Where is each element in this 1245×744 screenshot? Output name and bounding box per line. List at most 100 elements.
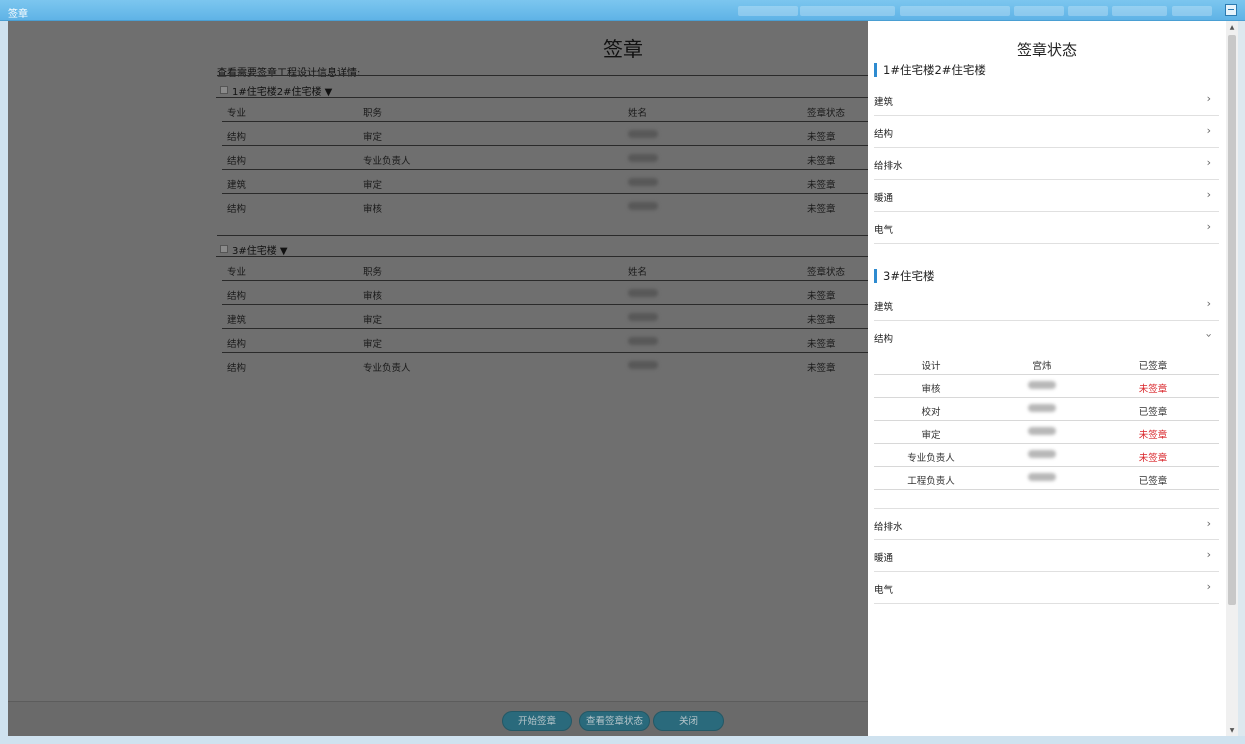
blurred-toolbar-item bbox=[1068, 6, 1108, 16]
cell-status: 未签章 bbox=[1138, 430, 1168, 441]
cell-role: 校对 bbox=[921, 407, 941, 418]
cell-name-redacted bbox=[628, 360, 658, 372]
col-header: 宫炜 bbox=[1032, 361, 1052, 372]
blurred-toolbar-item bbox=[800, 6, 895, 16]
table-row: 结构 专业负责人 未签章 bbox=[222, 146, 868, 170]
cell-role: 审定 bbox=[921, 430, 941, 441]
scroll-down-icon[interactable]: ▼ bbox=[1228, 727, 1236, 734]
col-header-status: 签章状态 bbox=[807, 108, 846, 119]
col-header-role: 职务 bbox=[363, 108, 383, 119]
accordion-label: 给排水 bbox=[874, 522, 903, 533]
window-frame-left bbox=[0, 21, 8, 744]
page-title: 签章 bbox=[603, 37, 643, 61]
scroll-up-icon[interactable]: ▲ bbox=[1228, 24, 1236, 31]
table-header-row: 专业 职务 姓名 签章状态 bbox=[222, 98, 868, 122]
cell-status: 未签章 bbox=[807, 132, 836, 143]
group-checkbox[interactable] bbox=[220, 245, 228, 253]
cell-role: 专业负责人 bbox=[363, 156, 411, 167]
accordion-item[interactable]: 建筑 › bbox=[874, 84, 1219, 116]
chevron-right-icon: › bbox=[1206, 580, 1211, 593]
view-status-button[interactable]: 查看签章状态 bbox=[579, 711, 650, 731]
main-page: 签章 查看需要签章工程设计信息详情: 1#住宅楼2#住宅楼 ▼ 专业 职务 姓名… bbox=[8, 21, 868, 736]
group-checkbox[interactable] bbox=[220, 86, 228, 94]
cell-name-redacted bbox=[1028, 427, 1056, 438]
cell-major: 结构 bbox=[227, 156, 247, 167]
accordion-label: 暖通 bbox=[874, 553, 894, 564]
accordion-item[interactable]: 暖通 › bbox=[874, 540, 1219, 572]
col-header-major: 专业 bbox=[227, 267, 247, 278]
chevron-right-icon: › bbox=[1206, 124, 1211, 137]
col-header-role: 职务 bbox=[363, 267, 383, 278]
accordion-item[interactable]: 暖通 › bbox=[874, 180, 1219, 212]
window-frame-bottom bbox=[0, 736, 1245, 744]
scroll-thumb[interactable] bbox=[1228, 35, 1236, 605]
cell-role: 审定 bbox=[363, 315, 383, 326]
cell-role: 审定 bbox=[363, 132, 383, 143]
table-row: 结构 审定 未签章 bbox=[222, 329, 868, 353]
signing-status-panel: 签章状态 1#住宅楼2#住宅楼 建筑 › 结构 › 给排水 › 暖通 › 电气 … bbox=[868, 21, 1226, 736]
building-group-1: 1#住宅楼2#住宅楼 ▼ 专业 职务 姓名 签章状态 结构 审定 未签章 结构 … bbox=[216, 83, 868, 218]
start-signing-button[interactable]: 开始签章 bbox=[502, 711, 572, 731]
cell-name-redacted bbox=[1028, 473, 1056, 484]
window-minimize-button[interactable] bbox=[1225, 4, 1237, 16]
table-row: 结构 审核 未签章 bbox=[222, 194, 868, 218]
group-toggle[interactable]: 3#住宅楼 ▼ bbox=[232, 242, 288, 257]
section-caption: 查看需要签章工程设计信息详情: bbox=[217, 68, 361, 79]
close-button[interactable]: 关闭 bbox=[653, 711, 724, 731]
cell-status: 已签章 bbox=[1138, 476, 1168, 487]
cell-status: 未签章 bbox=[807, 180, 836, 191]
cell-status: 未签章 bbox=[807, 363, 836, 374]
window-title: 签章 bbox=[8, 9, 28, 20]
cell-name-redacted bbox=[1028, 381, 1056, 392]
section-heading: 3#住宅楼 bbox=[874, 269, 934, 283]
table-header-row: 设计 宫炜 已签章 bbox=[874, 352, 1219, 375]
cell-name-redacted bbox=[628, 153, 658, 165]
cell-name-redacted bbox=[628, 177, 658, 189]
accordion-item[interactable]: 建筑 › bbox=[874, 289, 1219, 321]
chevron-right-icon: › bbox=[1206, 548, 1211, 561]
col-header-name: 姓名 bbox=[628, 267, 648, 278]
accordion-item[interactable]: 给排水 › bbox=[874, 148, 1219, 180]
chevron-right-icon: › bbox=[1206, 517, 1211, 530]
cell-role: 专业负责人 bbox=[363, 363, 411, 374]
cell-status: 未签章 bbox=[807, 156, 836, 167]
table-row: 结构 审定 未签章 bbox=[222, 122, 868, 146]
accordion-item[interactable]: 给排水 › bbox=[874, 508, 1219, 540]
accordion-item-expanded[interactable]: 结构 › bbox=[874, 321, 1219, 353]
accordion-label: 暖通 bbox=[874, 193, 894, 204]
cell-name-redacted bbox=[628, 288, 658, 300]
window-frame-right bbox=[1238, 21, 1245, 736]
cell-name-redacted bbox=[628, 312, 658, 324]
blurred-toolbar-item bbox=[1112, 6, 1167, 16]
accordion-label: 给排水 bbox=[874, 161, 903, 172]
cell-major: 结构 bbox=[227, 204, 247, 215]
panel-scrollbar[interactable]: ▲ ▼ bbox=[1226, 21, 1238, 736]
table-row: 建筑 审定 未签章 bbox=[222, 305, 868, 329]
cell-status: 未签章 bbox=[807, 315, 836, 326]
cell-major: 结构 bbox=[227, 291, 247, 302]
cell-name-redacted bbox=[1028, 450, 1056, 461]
chevron-right-icon: › bbox=[1206, 188, 1211, 201]
accordion-item[interactable]: 电气 › bbox=[874, 572, 1219, 604]
accordion-item[interactable]: 结构 › bbox=[874, 116, 1219, 148]
cell-status: 已签章 bbox=[1138, 407, 1168, 418]
cell-name-redacted bbox=[628, 129, 658, 141]
accordion-label: 建筑 bbox=[874, 302, 894, 313]
table-row: 专业负责人 未签章 bbox=[874, 444, 1219, 467]
cell-role: 专业负责人 bbox=[907, 453, 955, 464]
accordion-item[interactable]: 电气 › bbox=[874, 212, 1219, 244]
panel-title: 签章状态 bbox=[1016, 41, 1077, 59]
chevron-down-icon: › bbox=[1202, 333, 1216, 338]
blurred-toolbar-item bbox=[1172, 6, 1212, 16]
divider bbox=[217, 235, 868, 236]
chevron-right-icon: › bbox=[1206, 220, 1211, 233]
cell-major: 结构 bbox=[227, 339, 247, 350]
table-row: 审定 未签章 bbox=[874, 421, 1219, 444]
accordion-label: 结构 bbox=[874, 334, 894, 345]
table-header-row: 专业 职务 姓名 签章状态 bbox=[222, 257, 868, 281]
cell-role: 审定 bbox=[363, 180, 383, 191]
group-toggle[interactable]: 1#住宅楼2#住宅楼 ▼ bbox=[232, 83, 332, 98]
chevron-right-icon: › bbox=[1206, 297, 1211, 310]
cell-status: 未签章 bbox=[807, 291, 836, 302]
cell-name-redacted bbox=[628, 201, 658, 213]
